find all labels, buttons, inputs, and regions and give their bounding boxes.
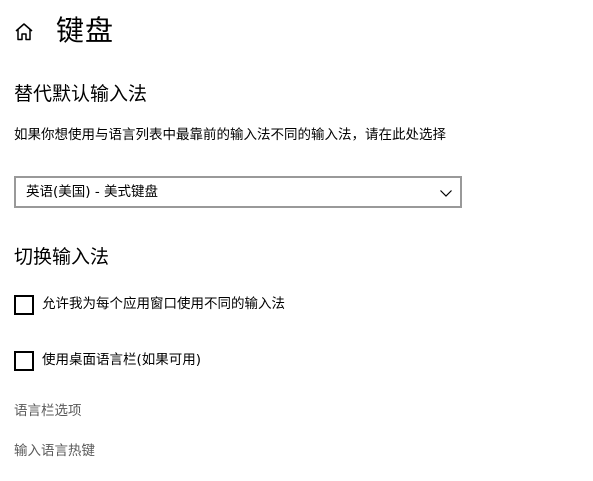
chevron-down-icon	[439, 185, 453, 199]
header: 键盘	[0, 0, 593, 62]
checkbox-per-app-input[interactable]: 允许我为每个应用窗口使用不同的输入法	[14, 294, 334, 316]
checkbox-label: 使用桌面语言栏(如果可用)	[42, 352, 202, 368]
switch-input-heading: 切换输入法	[14, 246, 110, 268]
checkbox-box[interactable]	[14, 295, 34, 315]
default-input-description: 如果你想使用与语言列表中最靠前的输入法不同的输入法，请在此处选择	[14, 127, 446, 143]
checkbox-desktop-language-bar[interactable]: 使用桌面语言栏(如果可用)	[14, 350, 234, 372]
default-input-dropdown[interactable]: 英语(美国) - 美式键盘	[14, 176, 462, 208]
checkbox-box[interactable]	[14, 351, 34, 371]
default-input-heading: 替代默认输入法	[14, 83, 148, 105]
input-language-hotkeys-link[interactable]: 输入语言热键	[14, 441, 95, 461]
checkbox-label: 允许我为每个应用窗口使用不同的输入法	[42, 296, 285, 312]
home-icon[interactable]	[13, 21, 35, 43]
page-title: 键盘	[56, 14, 115, 47]
language-bar-options-link[interactable]: 语言栏选项	[14, 401, 82, 421]
dropdown-selected-value: 英语(美国) - 美式键盘	[26, 184, 158, 200]
